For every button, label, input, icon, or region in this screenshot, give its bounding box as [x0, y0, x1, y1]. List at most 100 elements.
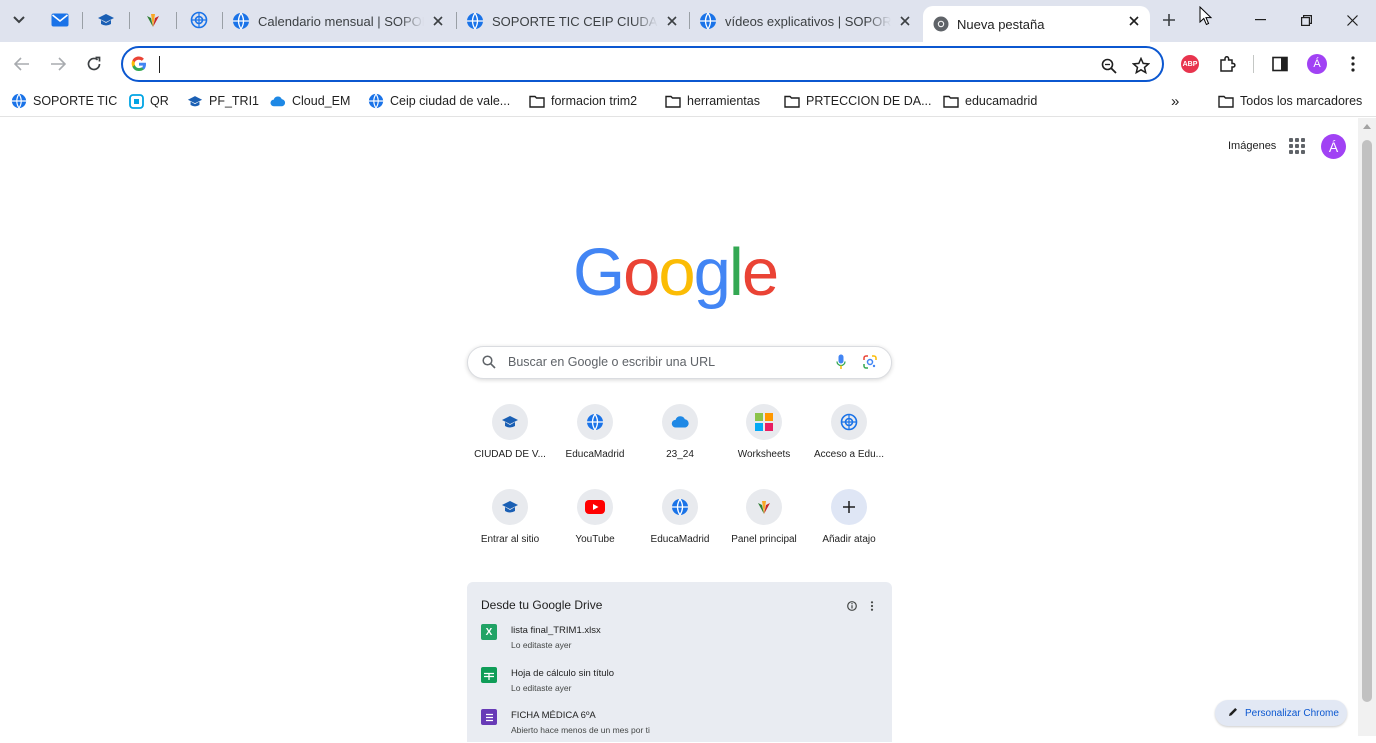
- folder-icon: [1218, 95, 1234, 108]
- bookmark-star-button[interactable]: [1130, 55, 1152, 77]
- close-tab-button[interactable]: [1126, 13, 1142, 29]
- lens-search-button[interactable]: [863, 355, 877, 374]
- shortcut-tile[interactable]: Acceso a Edu...: [806, 404, 892, 484]
- shortcut-label: Worksheets: [737, 449, 791, 460]
- tab-search-button[interactable]: [8, 9, 30, 31]
- graduation-cap-icon: [187, 95, 203, 106]
- profile-button[interactable]: Á: [1305, 52, 1329, 76]
- sheets-icon: [481, 667, 497, 683]
- bookmark-soporte-tic[interactable]: SOPORTE TIC: [11, 91, 117, 111]
- tab-calendario[interactable]: Calendario mensual | SOPORTE TIC: [222, 6, 454, 36]
- scrollbar-thumb[interactable]: [1362, 140, 1372, 702]
- restore-button[interactable]: [1283, 6, 1329, 34]
- voice-search-button[interactable]: [836, 354, 846, 375]
- shortcut-tile[interactable]: Panel principal: [721, 489, 807, 569]
- shortcut-tile[interactable]: EducaMadrid: [552, 404, 638, 484]
- logo-letter: o: [658, 235, 695, 310]
- apps-grid-icon[interactable]: [1289, 138, 1305, 154]
- shortcut-tile[interactable]: Worksheets: [721, 404, 807, 484]
- tab-videos[interactable]: vídeos explicativos | SOPORTE TIC: [689, 6, 921, 36]
- shortcut-label: Entrar al sitio: [480, 534, 540, 545]
- shortcut-tile[interactable]: YouTube: [552, 489, 638, 569]
- browser-toolbar: ABP Á: [0, 42, 1376, 85]
- bookmark-qr[interactable]: QR: [128, 91, 169, 111]
- close-tab-button[interactable]: [664, 13, 680, 29]
- globe-icon: [233, 12, 249, 30]
- shortcut-label: Panel principal: [731, 534, 797, 545]
- globe-icon: [700, 12, 716, 30]
- google-g-icon: [131, 56, 147, 77]
- address-bar[interactable]: [121, 46, 1164, 82]
- cloud-icon: [671, 416, 689, 428]
- shortcut-tile[interactable]: EducaMadrid: [637, 489, 723, 569]
- images-link[interactable]: Imágenes: [1228, 140, 1276, 152]
- adblock-icon: ABP: [1181, 55, 1199, 73]
- drive-file-item[interactable]: FICHA MÉDICA 6ºA Abierto hace menos de u…: [481, 709, 781, 743]
- toolbar-separator: [1253, 55, 1254, 73]
- more-options-button[interactable]: [870, 598, 874, 616]
- pinned-tab-raices[interactable]: [136, 8, 170, 32]
- add-shortcut-button[interactable]: Añadir atajo: [806, 489, 892, 569]
- reload-button[interactable]: [80, 50, 108, 78]
- bookmark-folder-proteccion[interactable]: PRTECCION DE DA...: [784, 91, 931, 111]
- globe-icon: [368, 93, 384, 109]
- bookmark-ceip[interactable]: Ceip ciudad de vale...: [368, 91, 510, 111]
- chrome-menu-button[interactable]: [1341, 52, 1365, 76]
- customize-chrome-button[interactable]: Personalizar Chrome: [1215, 700, 1347, 726]
- tab-soporte-tic[interactable]: SOPORTE TIC CEIP CIUDAD DE VALENCIA: [456, 6, 688, 36]
- microphone-icon: [836, 354, 846, 369]
- close-tab-button[interactable]: [897, 13, 913, 29]
- search-box[interactable]: Buscar en Google o escribir una URL: [467, 346, 892, 379]
- logo-letter: e: [741, 235, 779, 310]
- close-tab-button[interactable]: [430, 13, 446, 29]
- tab-nueva-pestana[interactable]: Nueva pestaña: [923, 6, 1150, 42]
- close-icon: [667, 16, 677, 26]
- scroll-up-arrow[interactable]: [1363, 124, 1371, 129]
- folder-icon: [665, 95, 681, 108]
- new-tab-button[interactable]: [1158, 9, 1180, 31]
- adblock-extension-button[interactable]: ABP: [1178, 52, 1202, 76]
- side-panel-button[interactable]: [1268, 52, 1292, 76]
- bookmarks-overflow-button[interactable]: »: [1171, 91, 1179, 111]
- page-scrollbar[interactable]: [1358, 118, 1376, 736]
- forms-icon: [481, 709, 497, 725]
- bookmark-folder-formacion[interactable]: formacion trim2: [529, 91, 637, 111]
- shortcut-tile[interactable]: 23_24: [637, 404, 723, 484]
- globe-icon: [467, 12, 483, 30]
- drive-file-item[interactable]: X lista final_TRIM1.xlsx Lo editaste aye…: [481, 624, 781, 658]
- bookmark-label: Cloud_EM: [292, 94, 351, 108]
- forward-button[interactable]: [44, 50, 72, 78]
- globe-icon: [672, 498, 688, 516]
- close-window-button[interactable]: [1329, 6, 1375, 34]
- pinned-tab-classroom[interactable]: [89, 8, 123, 32]
- globe-icon: [587, 413, 603, 431]
- drive-file-item[interactable]: Hoja de cálculo sin título Lo editaste a…: [481, 667, 781, 701]
- info-button[interactable]: [847, 598, 857, 616]
- bookmark-folder-herramientas[interactable]: herramientas: [665, 91, 760, 111]
- bookmark-folder-educamadrid[interactable]: educamadrid: [943, 91, 1037, 111]
- logo-letter: g: [693, 235, 731, 310]
- bookmark-pf-tri1[interactable]: PF_TRI1: [187, 91, 259, 111]
- arrow-right-icon: [51, 57, 66, 71]
- pinned-tab-gmail[interactable]: [43, 8, 77, 32]
- bookmark-cloud-em[interactable]: Cloud_EM: [270, 91, 350, 111]
- avatar[interactable]: Á: [1321, 134, 1346, 159]
- pinned-tab-educamadrid[interactable]: [182, 8, 216, 32]
- chevron-down-icon: [13, 16, 25, 24]
- shortcut-tile[interactable]: Entrar al sitio: [467, 489, 553, 569]
- folder-icon: [784, 95, 800, 108]
- side-panel-icon: [1272, 56, 1288, 72]
- extensions-button[interactable]: [1215, 52, 1239, 76]
- tab-title: vídeos explicativos | SOPORTE TIC: [725, 13, 891, 29]
- google-lens-icon: [863, 355, 877, 369]
- search-placeholder: Buscar en Google o escribir una URL: [508, 355, 716, 369]
- drive-heading: Desde tu Google Drive: [481, 598, 603, 612]
- zoom-button[interactable]: [1098, 55, 1120, 77]
- shortcut-tile[interactable]: CIUDAD DE V...: [467, 404, 553, 484]
- drive-module: Desde tu Google Drive X lista final_TRIM…: [467, 582, 892, 742]
- tab-title: Calendario mensual | SOPORTE TIC: [258, 13, 424, 29]
- all-bookmarks-folder[interactable]: Todos los marcadores: [1218, 91, 1362, 111]
- minimize-button[interactable]: [1237, 6, 1283, 34]
- back-button[interactable]: [8, 50, 36, 78]
- omnibox-input[interactable]: [161, 54, 1061, 76]
